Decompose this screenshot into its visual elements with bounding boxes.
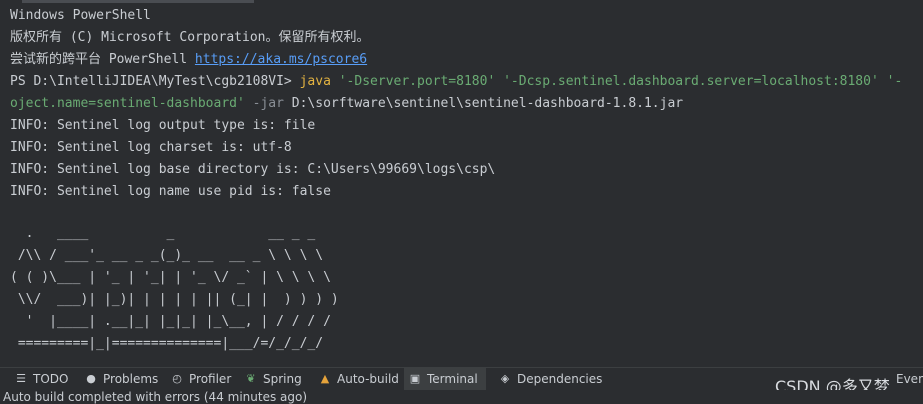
output-line: INFO: Sentinel log output type is: file [10, 118, 316, 133]
try-text: 尝试新的跨平台 PowerShell [10, 52, 195, 67]
command-line-wrap: oject.name=sentinel-dashboard' -jar D:\s… [10, 94, 683, 114]
horizontal-scrollbar[interactable] [0, 0, 923, 3]
spring-banner-line: ( ( )\___ | '_ | '_| | '_ \/ _` | \ \ \ … [10, 270, 331, 285]
profiler-icon: ◴ [172, 372, 182, 385]
spring-banner-line: ' |____| .__|_| |_|_| |_\__, | / / / / [10, 314, 331, 329]
arg-project-name-end: oject.name=sentinel-dashboard' [10, 96, 245, 111]
dependencies-icon: ◈ [500, 372, 510, 385]
auto-build-tab[interactable]: ▲ Auto-build [318, 368, 399, 390]
scrollbar-thumb[interactable] [22, 0, 254, 3]
event-log-tab[interactable]: Even [896, 368, 923, 390]
output-line: INFO: Sentinel log charset is: utf-8 [10, 140, 292, 155]
arg-dashboard-server: '-Dcsp.sentinel.dashboard.server=localho… [503, 74, 879, 89]
header-try-line: 尝试新的跨平台 PowerShell https://aka.ms/pscore… [10, 50, 367, 70]
problems-icon: ● [86, 372, 96, 385]
spring-banner-line: /\\ / ___'_ __ _ _(_)_ __ __ _ \ \ \ \ [10, 248, 324, 263]
list-icon: ☰ [16, 372, 26, 385]
output-line: INFO: Sentinel log name use pid is: fals… [10, 184, 331, 199]
todo-tab[interactable]: ☰ TODO [14, 368, 68, 390]
spring-tab[interactable]: ❦ Spring [244, 368, 301, 390]
header-title: Windows PowerShell [10, 8, 151, 23]
warning-icon: ▲ [320, 372, 330, 385]
terminal-output[interactable]: Windows PowerShell 版权所有 (C) Microsoft Co… [0, 4, 923, 366]
arg-server-port: '-Dserver.port=8180' [338, 74, 496, 89]
jar-path: D:\sorftware\sentinel\sentinel-dashboard… [291, 96, 684, 111]
problems-tab[interactable]: ● Problems [84, 368, 158, 390]
terminal-icon: ▣ [409, 372, 421, 385]
spring-leaf-icon: ❦ [246, 372, 256, 385]
spring-banner-line: \\/ ___)| |_)| | | | | || (_| | ) ) ) ) [10, 292, 339, 307]
header-copyright: 版权所有 (C) Microsoft Corporation。保留所有权利。 [10, 30, 370, 45]
spring-banner-line: =========|_|==============|___/=/_/_/_/ [10, 336, 324, 351]
jar-flag: -jar [252, 96, 284, 111]
arg-project-name-start: '- [886, 74, 903, 89]
status-message[interactable]: Auto build completed with errors (44 min… [3, 390, 307, 404]
terminal-tab[interactable]: ▣ Terminal [404, 368, 486, 390]
java-command: java [299, 74, 331, 89]
prompt-text: PS D:\IntelliJIDEA\MyTest\cgb2108VI> [10, 74, 300, 89]
status-bar: Auto build completed with errors (44 min… [0, 390, 923, 404]
output-line: INFO: Sentinel log base directory is: C:… [10, 162, 496, 177]
command-line: PS D:\IntelliJIDEA\MyTest\cgb2108VI> jav… [10, 72, 902, 92]
profiler-tab[interactable]: ◴ Profiler [170, 368, 231, 390]
pscore-link[interactable]: https://aka.ms/pscore6 [195, 52, 367, 67]
spring-banner-line: . ____ _ __ _ _ [10, 226, 316, 241]
dependencies-tab[interactable]: ◈ Dependencies [498, 368, 603, 390]
